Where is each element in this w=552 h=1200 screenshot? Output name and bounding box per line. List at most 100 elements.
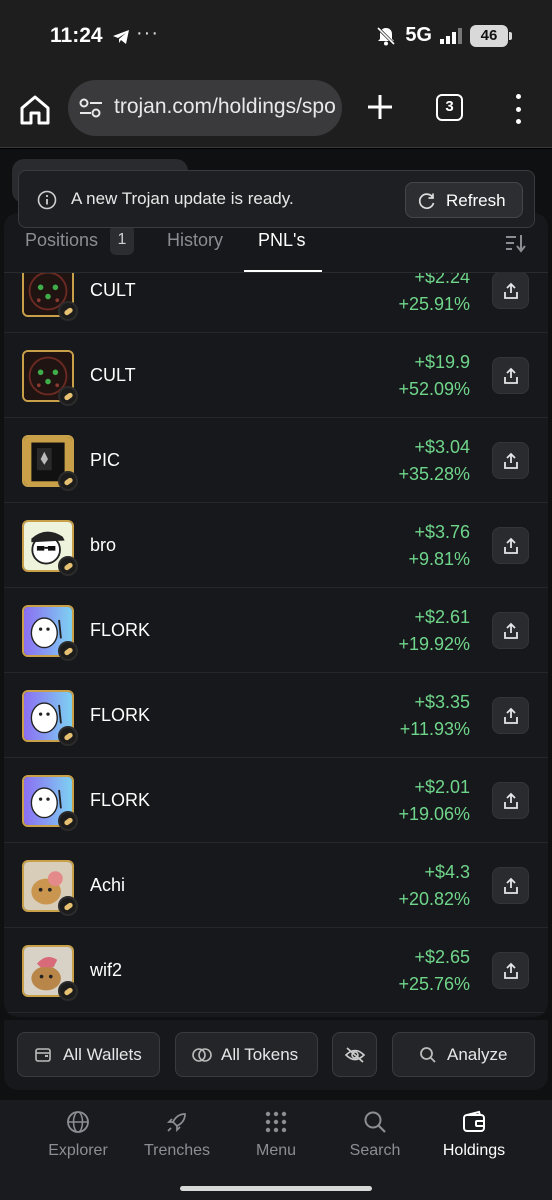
tab-pnls[interactable]: PNL's	[258, 230, 305, 251]
share-icon	[504, 282, 518, 299]
share-button[interactable]	[492, 782, 529, 819]
update-toast: A new Trojan update is ready. Refresh	[18, 170, 535, 228]
all-tokens-label: All Tokens	[221, 1045, 299, 1064]
all-wallets-button[interactable]: All Wallets	[17, 1032, 160, 1077]
analyze-button[interactable]: Analyze	[392, 1032, 535, 1077]
all-wallets-label: All Wallets	[63, 1045, 142, 1064]
browser-toolbar: trojan.com/holdings/spo 3	[0, 80, 552, 148]
all-tokens-button[interactable]: All Tokens	[175, 1032, 318, 1077]
grid-icon	[265, 1111, 287, 1133]
home-icon[interactable]	[18, 93, 52, 127]
pnl-percent: +25.76%	[398, 974, 470, 994]
token-name: bro	[90, 535, 117, 555]
share-button[interactable]	[492, 612, 529, 649]
share-button[interactable]	[492, 442, 529, 479]
pnl-usd: +$2.61	[414, 607, 470, 627]
pnl-list: CULT +$2.24 +25.91% CULT +$19.9 +52.09%	[4, 273, 548, 1017]
token-name: FLORK	[90, 620, 151, 640]
share-button[interactable]	[492, 697, 529, 734]
toast-message: A new Trojan update is ready.	[71, 189, 294, 208]
pnl-row[interactable]: bro +$3.76 +9.81%	[4, 503, 548, 588]
network-type: 5G	[405, 24, 432, 46]
token-badge-icon	[58, 301, 78, 321]
tab-switcher-button[interactable]: 3	[436, 94, 463, 121]
nav-search[interactable]: Search	[325, 1100, 425, 1170]
token-name: CULT	[90, 280, 136, 300]
share-icon	[504, 877, 518, 894]
nav-trenches[interactable]: Trenches	[127, 1100, 227, 1170]
pnl-usd: +$19.9	[414, 352, 470, 372]
nav-menu[interactable]: Menu	[226, 1100, 326, 1170]
telegram-icon	[113, 30, 129, 44]
bell-muted-icon	[377, 26, 396, 45]
tab-positions[interactable]: Positions	[25, 230, 98, 251]
holdings-page: Positions 1 History PNL's CULT +$2.24 +2…	[0, 149, 552, 1100]
pnl-percent: +11.93%	[399, 719, 470, 739]
share-button[interactable]	[492, 357, 529, 394]
analyze-label: Analyze	[447, 1045, 508, 1064]
pnl-row[interactable]: FLORK +$2.01 +19.06%	[4, 758, 548, 843]
pnl-percent: +52.09%	[398, 379, 470, 399]
share-icon	[504, 537, 518, 554]
share-button[interactable]	[492, 952, 529, 989]
nav-label: Holdings	[442, 1142, 506, 1159]
share-icon	[504, 962, 518, 979]
status-time: 11:24	[50, 24, 103, 47]
more-notifications-icon: ···	[136, 22, 159, 44]
pnl-row[interactable]: FLORK +$2.61 +19.92%	[4, 588, 548, 673]
site-settings-icon[interactable]	[78, 97, 104, 119]
bottom-navigation: Explorer Trenches Menu Search Holdings	[0, 1100, 552, 1200]
token-badge-icon	[58, 386, 78, 406]
new-tab-icon[interactable]	[364, 91, 396, 123]
home-gesture-bar[interactable]	[180, 1186, 372, 1191]
pnl-percent: +19.06%	[398, 804, 470, 824]
share-button[interactable]	[492, 273, 529, 309]
nav-label: Explorer	[48, 1142, 108, 1159]
pnl-row[interactable]: CULT +$2.24 +25.91%	[4, 273, 548, 333]
pnl-row[interactable]: wif2 +$2.65 +25.76%	[4, 928, 548, 1013]
address-bar[interactable]: trojan.com/holdings/spo	[68, 80, 342, 136]
tab-history[interactable]: History	[167, 230, 223, 251]
coins-icon	[192, 1048, 212, 1062]
more-menu-icon[interactable]	[508, 94, 528, 124]
refresh-button[interactable]: Refresh	[405, 182, 523, 218]
wallet-icon	[463, 1110, 485, 1132]
token-badge-icon	[58, 471, 78, 491]
filter-bar: All Wallets All Tokens Analyze	[4, 1020, 548, 1090]
nav-explorer[interactable]: Explorer	[28, 1100, 128, 1170]
pnl-usd: +$4.3	[424, 862, 470, 882]
pnl-percent: +19.92%	[398, 634, 470, 654]
share-button[interactable]	[492, 867, 529, 904]
holdings-panel: Positions 1 History PNL's CULT +$2.24 +2…	[4, 213, 548, 1017]
refresh-label: Refresh	[446, 191, 506, 210]
token-name: PIC	[90, 450, 121, 470]
token-badge-icon	[58, 726, 78, 746]
pnl-percent: +9.81%	[408, 549, 470, 569]
pnl-row[interactable]: Achi +$4.3 +20.82%	[4, 843, 548, 928]
pnl-row[interactable]: FLORK +$3.35 +11.93%	[4, 673, 548, 758]
pnl-percent: +35.28%	[398, 464, 470, 484]
nav-label: Trenches	[143, 1142, 211, 1159]
search-icon	[420, 1047, 436, 1063]
token-name: Achi	[90, 875, 126, 895]
battery-icon: 46	[470, 24, 512, 47]
hide-balances-button[interactable]	[332, 1032, 377, 1077]
share-icon	[504, 707, 518, 724]
share-icon	[504, 367, 518, 384]
share-button[interactable]	[492, 527, 529, 564]
token-name: FLORK	[90, 705, 151, 725]
sort-icon[interactable]	[504, 233, 526, 253]
globe-icon	[67, 1111, 89, 1133]
pnl-usd: +$2.24	[414, 273, 470, 287]
token-badge-icon	[58, 641, 78, 661]
search-icon	[364, 1111, 386, 1133]
wallet-icon	[35, 1048, 51, 1062]
pnl-usd: +$3.35	[414, 692, 470, 712]
token-badge-icon	[58, 981, 78, 1001]
pnl-row[interactable]: PIC +$3.04 +35.28%	[4, 418, 548, 503]
token-name: CULT	[90, 365, 136, 385]
nav-label: Menu	[255, 1142, 297, 1159]
eye-off-icon	[344, 1047, 366, 1063]
nav-holdings[interactable]: Holdings	[424, 1100, 524, 1170]
pnl-row[interactable]: CULT +$19.9 +52.09%	[4, 333, 548, 418]
